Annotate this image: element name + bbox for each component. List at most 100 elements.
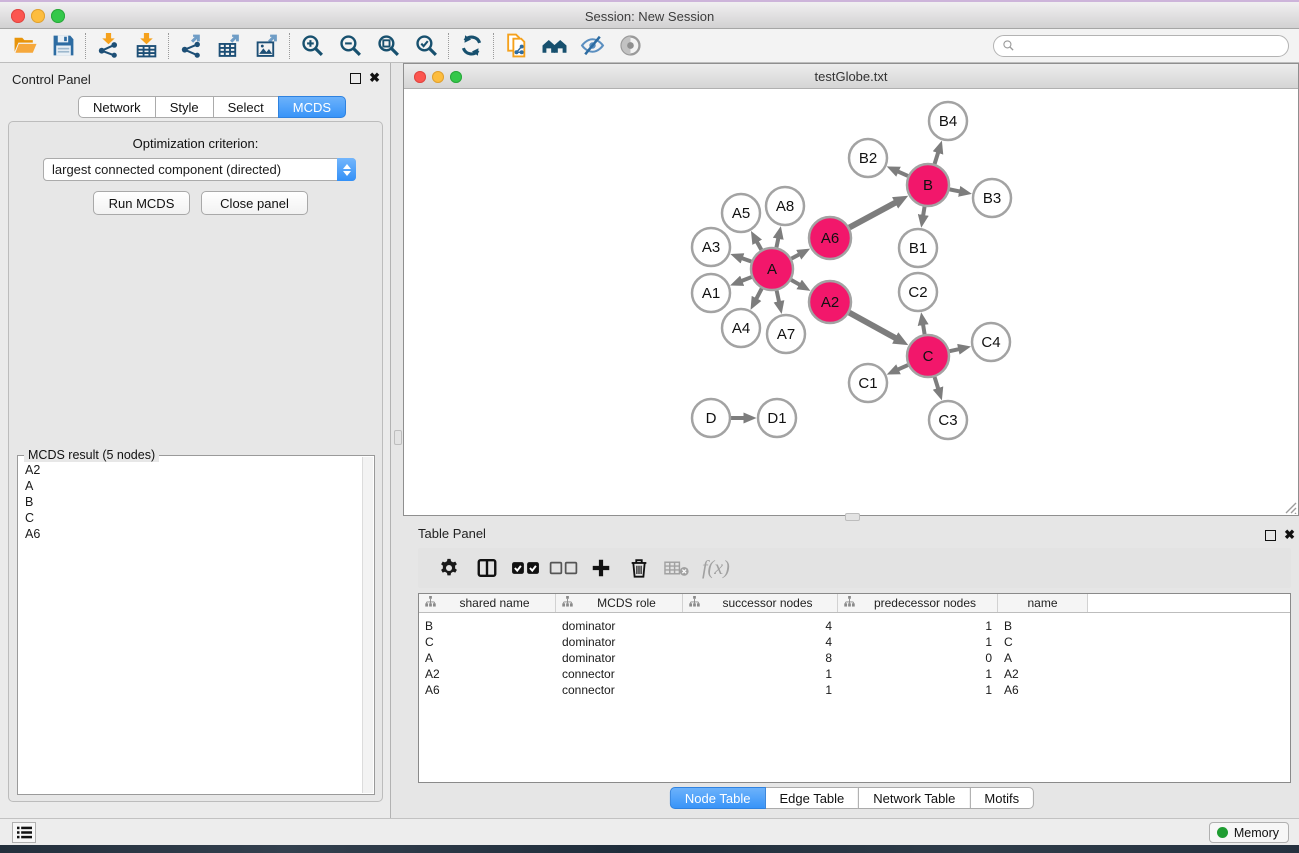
zoom-out-button[interactable] (335, 32, 365, 60)
memory-button[interactable]: Memory (1209, 822, 1289, 843)
tab-select[interactable]: Select (213, 96, 279, 118)
export-network-button[interactable] (176, 32, 206, 60)
result-list-item[interactable]: B (19, 494, 361, 510)
criterion-select[interactable]: largest connected component (directed) (43, 158, 356, 181)
result-scrollbar[interactable] (362, 457, 373, 793)
network-canvas[interactable]: B4B2BB3A8A5A6A3B1AA1C2A2A4A7C4CC1C3DD1 (404, 89, 1298, 515)
edge-C-C1[interactable] (898, 365, 908, 369)
search-box[interactable] (993, 35, 1289, 57)
table-row[interactable]: Adominator80A (419, 650, 1290, 666)
cell-mcds-role[interactable]: connector (556, 683, 683, 697)
edge-A-A2[interactable] (791, 280, 799, 285)
cell-shared-name[interactable]: B (419, 619, 556, 633)
vertical-splitter-handle[interactable] (394, 430, 402, 445)
graph-node-A[interactable]: A (751, 248, 793, 290)
graph-node-B1[interactable]: B1 (899, 229, 937, 267)
graph-node-A2[interactable]: A2 (809, 281, 851, 323)
column-header-successor-nodes[interactable]: successor nodes (683, 594, 838, 612)
save-session-button[interactable] (48, 32, 78, 60)
delete-column-button[interactable] (622, 552, 656, 584)
search-input[interactable] (1020, 39, 1280, 53)
edge-C-C4[interactable] (949, 349, 958, 351)
cell-mcds-role[interactable]: dominator (556, 619, 683, 633)
column-header-name[interactable]: name (998, 594, 1088, 612)
refresh-network-button[interactable] (456, 32, 486, 60)
edge-A-A7[interactable] (777, 291, 779, 302)
cell-name[interactable]: C (998, 635, 1088, 649)
show-graphics-details-button[interactable] (615, 32, 645, 60)
close-panel-icon[interactable]: ✖ (369, 71, 380, 85)
graph-node-B[interactable]: B (907, 164, 949, 206)
tab-mcds[interactable]: MCDS (278, 96, 346, 118)
edge-B-B3[interactable] (950, 189, 960, 191)
graph-node-B4[interactable]: B4 (929, 102, 967, 140)
graph-node-D[interactable]: D (692, 399, 730, 437)
edge-A2-C[interactable] (849, 313, 895, 339)
edge-A6-B[interactable] (849, 203, 895, 228)
float-panel-icon[interactable] (350, 73, 361, 84)
result-list-item[interactable]: A2 (19, 462, 361, 478)
clone-network-button[interactable] (501, 32, 531, 60)
result-list-item[interactable]: A6 (19, 526, 361, 542)
export-table-button[interactable] (214, 32, 244, 60)
column-header-shared-name[interactable]: shared name (419, 594, 556, 612)
graph-node-A6[interactable]: A6 (809, 217, 851, 259)
graph-node-A4[interactable]: A4 (722, 309, 760, 347)
cell-successor-nodes[interactable]: 8 (683, 651, 838, 665)
zoom-fit-button[interactable] (373, 32, 403, 60)
cell-shared-name[interactable]: A (419, 651, 556, 665)
cell-shared-name[interactable]: A6 (419, 683, 556, 697)
table-settings-button[interactable] (432, 552, 466, 584)
tab-node-table[interactable]: Node Table (670, 787, 766, 809)
task-history-button[interactable] (12, 822, 36, 843)
result-list-item[interactable]: A (19, 478, 361, 494)
float-table-panel-icon[interactable] (1265, 530, 1276, 541)
edge-C-C2[interactable] (923, 325, 925, 335)
tab-network-table[interactable]: Network Table (858, 787, 970, 809)
cell-mcds-role[interactable]: connector (556, 667, 683, 681)
export-image-button[interactable] (252, 32, 282, 60)
cell-predecessor-nodes[interactable]: 1 (838, 683, 998, 697)
import-network-button[interactable] (93, 32, 123, 60)
edge-A-A8[interactable] (776, 238, 778, 247)
cell-mcds-role[interactable]: dominator (556, 635, 683, 649)
cell-predecessor-nodes[interactable]: 1 (838, 635, 998, 649)
cell-mcds-role[interactable]: dominator (556, 651, 683, 665)
result-list-item[interactable]: C (19, 510, 361, 526)
resize-grip-icon[interactable] (1283, 500, 1297, 514)
home-button[interactable] (539, 32, 569, 60)
cell-successor-nodes[interactable]: 4 (683, 619, 838, 633)
graph-node-A3[interactable]: A3 (692, 228, 730, 266)
show-columns-button[interactable] (470, 552, 504, 584)
tab-edge-table[interactable]: Edge Table (764, 787, 859, 809)
edge-B-B1[interactable] (923, 207, 924, 216)
cell-name[interactable]: B (998, 619, 1088, 633)
hide-graphics-details-button[interactable] (577, 32, 607, 60)
tab-style[interactable]: Style (155, 96, 214, 118)
zoom-selected-button[interactable] (411, 32, 441, 60)
graph-node-C1[interactable]: C1 (849, 364, 887, 402)
open-file-button[interactable] (10, 32, 40, 60)
cell-successor-nodes[interactable]: 1 (683, 683, 838, 697)
node-table[interactable]: shared nameMCDS rolesuccessor nodesprede… (418, 593, 1291, 783)
cell-name[interactable]: A2 (998, 667, 1088, 681)
cell-predecessor-nodes[interactable]: 0 (838, 651, 998, 665)
edge-A-A1[interactable] (742, 277, 752, 281)
graph-node-C3[interactable]: C3 (929, 401, 967, 439)
cell-predecessor-nodes[interactable]: 1 (838, 667, 998, 681)
select-all-rows-button[interactable] (508, 552, 542, 584)
table-row[interactable]: A6connector11A6 (419, 682, 1290, 698)
tab-motifs[interactable]: Motifs (969, 787, 1034, 809)
graph-node-B3[interactable]: B3 (973, 179, 1011, 217)
import-table-button[interactable] (131, 32, 161, 60)
graph-node-C2[interactable]: C2 (899, 273, 937, 311)
edge-A-A6[interactable] (791, 254, 799, 258)
edge-B-B2[interactable] (898, 172, 908, 176)
zoom-in-button[interactable] (297, 32, 327, 60)
edge-B-B4[interactable] (935, 152, 939, 164)
column-header-mcds-role[interactable]: MCDS role (556, 594, 683, 612)
close-panel-button[interactable]: Close panel (201, 191, 308, 215)
edge-A-A5[interactable] (757, 242, 761, 250)
close-table-panel-icon[interactable]: ✖ (1284, 528, 1295, 542)
cell-successor-nodes[interactable]: 4 (683, 635, 838, 649)
